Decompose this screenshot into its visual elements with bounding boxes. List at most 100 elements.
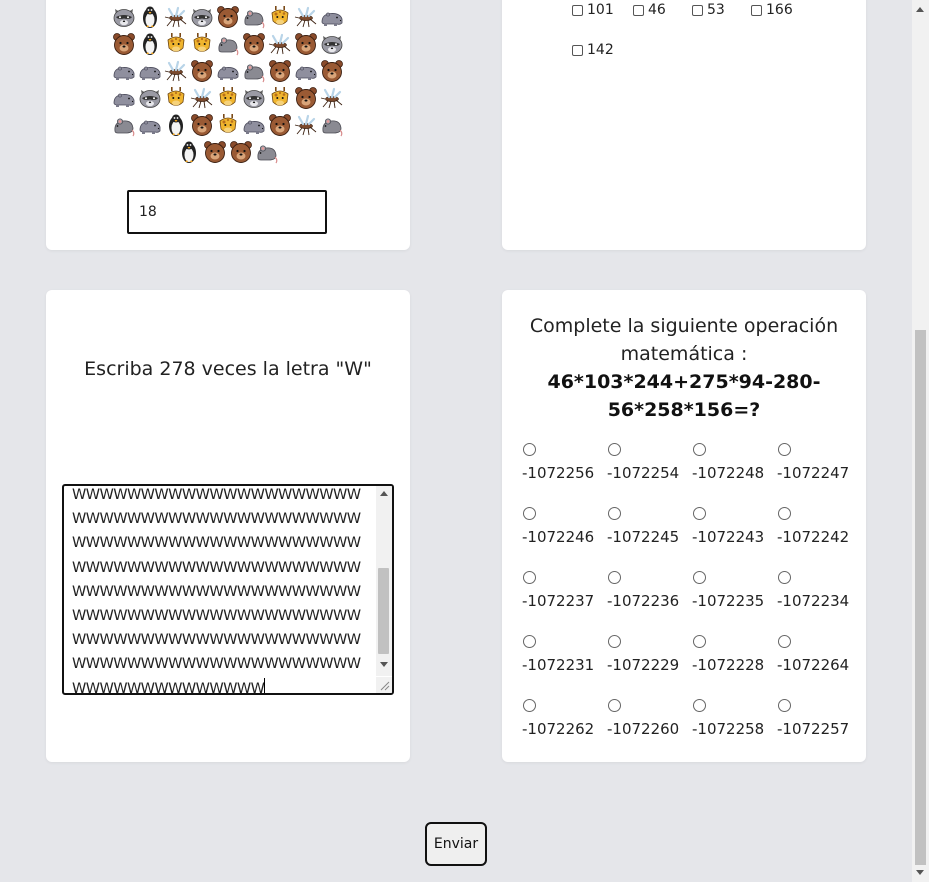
hippo-icon bbox=[215, 59, 241, 85]
radio-button[interactable] bbox=[778, 507, 791, 520]
radio-label: -1072243 bbox=[692, 528, 765, 546]
radio-button[interactable] bbox=[693, 699, 706, 712]
radio-button[interactable] bbox=[778, 635, 791, 648]
textarea-line-text: WWWWWWWWWWWWWWWWWWWWW bbox=[72, 608, 361, 625]
text-repeat-prompt: Escriba 278 veces la letra "W" bbox=[84, 358, 372, 380]
textarea-content: WWWWWWWWWWWWWWWWWWWWW WWWWWWWWWWWWWWWWWWW… bbox=[72, 486, 372, 693]
giraffe-icon bbox=[267, 5, 293, 31]
radio-button[interactable] bbox=[523, 507, 536, 520]
checkbox-option[interactable]: 142 bbox=[572, 40, 614, 60]
submit-button[interactable]: Enviar bbox=[425, 822, 487, 866]
radio-button[interactable] bbox=[523, 571, 536, 584]
radio-button[interactable] bbox=[693, 507, 706, 520]
radio-option[interactable]: -1072237 bbox=[522, 571, 602, 610]
radio-option[interactable]: -1072245 bbox=[607, 507, 687, 546]
giraffe-icon bbox=[163, 32, 189, 58]
radio-option[interactable]: -1072246 bbox=[522, 507, 602, 546]
radio-option[interactable]: -1072234 bbox=[777, 571, 857, 610]
checkbox[interactable] bbox=[692, 4, 703, 16]
scroll-down-arrow-icon[interactable] bbox=[380, 662, 388, 667]
mosquito-icon bbox=[267, 32, 293, 58]
radio-button[interactable] bbox=[608, 571, 621, 584]
textarea-line: WWWWWWWWWWWWWWWWWWWWW bbox=[72, 604, 372, 628]
radio-button[interactable] bbox=[608, 635, 621, 648]
checkbox-label: 101 bbox=[587, 2, 614, 18]
bear-icon bbox=[293, 32, 319, 58]
radio-button[interactable] bbox=[608, 699, 621, 712]
textarea-scrollbar[interactable] bbox=[376, 486, 392, 676]
textarea-line-text: WWWWWWWWWWWWWWWWWWWWW bbox=[72, 535, 361, 552]
radio-option[interactable]: -1072231 bbox=[522, 635, 602, 674]
radio-button[interactable] bbox=[608, 443, 621, 456]
checkbox-question-card: 101 46 53 166 142 bbox=[502, 0, 866, 250]
giraffe-icon bbox=[189, 32, 215, 58]
radio-option[interactable]: -1072243 bbox=[692, 507, 772, 546]
checkbox-option[interactable]: 46 bbox=[633, 0, 666, 20]
bear-icon bbox=[319, 59, 345, 85]
checkbox-option[interactable]: 53 bbox=[692, 0, 725, 20]
checkbox[interactable] bbox=[633, 4, 644, 16]
radio-option[interactable]: -1072247 bbox=[777, 443, 857, 482]
raccoon-icon bbox=[319, 32, 345, 58]
radio-button[interactable] bbox=[778, 699, 791, 712]
radio-option[interactable]: -1072264 bbox=[777, 635, 857, 674]
radio-button[interactable] bbox=[693, 443, 706, 456]
radio-option[interactable]: -1072262 bbox=[522, 699, 602, 738]
radio-button[interactable] bbox=[778, 571, 791, 584]
radio-option[interactable]: -1072257 bbox=[777, 699, 857, 738]
textarea-line: WWWWWWWWWWWWWWWWWWWWW bbox=[72, 580, 372, 604]
checkbox[interactable] bbox=[572, 44, 583, 56]
radio-label: -1072262 bbox=[522, 720, 595, 738]
checkbox-label: 53 bbox=[707, 2, 725, 18]
radio-option[interactable]: -1072228 bbox=[692, 635, 772, 674]
radio-option[interactable]: -1072242 bbox=[777, 507, 857, 546]
radio-option[interactable]: -1072256 bbox=[522, 443, 602, 482]
checkbox-label: 142 bbox=[587, 42, 614, 58]
page-scroll-down-icon[interactable] bbox=[916, 870, 924, 875]
page-scrollbar[interactable] bbox=[912, 0, 929, 882]
textarea-line-text: WWWWWWWWWWWWWWWWWWWWW bbox=[72, 559, 361, 576]
bear-icon bbox=[293, 86, 319, 112]
checkbox[interactable] bbox=[751, 4, 762, 16]
repeat-textarea[interactable]: WWWWWWWWWWWWWWWWWWWWW WWWWWWWWWWWWWWWWWWW… bbox=[62, 484, 394, 695]
emoji-row bbox=[46, 30, 410, 57]
resize-grip-icon[interactable] bbox=[376, 677, 392, 693]
radio-button[interactable] bbox=[693, 635, 706, 648]
radio-option[interactable]: -1072229 bbox=[607, 635, 687, 674]
bear-icon bbox=[267, 59, 293, 85]
radio-option[interactable]: -1072260 bbox=[607, 699, 687, 738]
radio-label: -1072257 bbox=[777, 720, 850, 738]
checkbox[interactable] bbox=[572, 4, 583, 16]
radio-button[interactable] bbox=[608, 507, 621, 520]
hippo-icon bbox=[111, 86, 137, 112]
radio-option[interactable]: -1072235 bbox=[692, 571, 772, 610]
mosquito-icon bbox=[293, 113, 319, 139]
radio-button[interactable] bbox=[523, 699, 536, 712]
textarea-line-text: WWWWWWWWWWWWWWWWWWWWW bbox=[72, 583, 361, 600]
page-scroll-thumb[interactable] bbox=[915, 330, 926, 865]
bear-icon bbox=[189, 59, 215, 85]
scroll-up-arrow-icon[interactable] bbox=[380, 491, 388, 496]
radio-option[interactable]: -1072236 bbox=[607, 571, 687, 610]
radio-label: -1072234 bbox=[777, 592, 850, 610]
emoji-count-input[interactable] bbox=[127, 190, 327, 234]
textarea-line: WWWWWWWWWWWWWWWWWWWWW bbox=[72, 531, 372, 555]
emoji-row bbox=[46, 138, 410, 165]
penguin-icon bbox=[163, 113, 189, 139]
radio-label: -1072229 bbox=[607, 656, 680, 674]
radio-option[interactable]: -1072258 bbox=[692, 699, 772, 738]
radio-label: -1072248 bbox=[692, 464, 765, 482]
radio-button[interactable] bbox=[523, 635, 536, 648]
mosquito-icon bbox=[319, 86, 345, 112]
penguin-icon bbox=[137, 32, 163, 58]
checkbox-option[interactable]: 101 bbox=[572, 0, 614, 20]
radio-button[interactable] bbox=[693, 571, 706, 584]
radio-button[interactable] bbox=[523, 443, 536, 456]
radio-button[interactable] bbox=[778, 443, 791, 456]
textarea-scroll-thumb[interactable] bbox=[378, 568, 389, 654]
checkbox-option[interactable]: 166 bbox=[751, 0, 793, 20]
radio-option[interactable]: -1072254 bbox=[607, 443, 687, 482]
radio-label: -1072258 bbox=[692, 720, 765, 738]
radio-option[interactable]: -1072248 bbox=[692, 443, 772, 482]
page-scroll-up-icon[interactable] bbox=[916, 7, 924, 12]
